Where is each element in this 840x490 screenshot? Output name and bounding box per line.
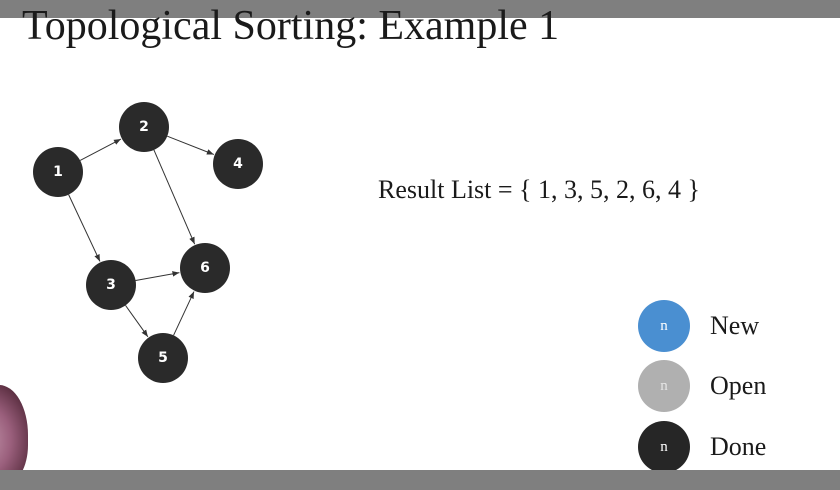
edge-2-to-4 [167, 135, 214, 155]
graph-diagram: 1 2 3 4 5 6 [33, 102, 263, 383]
legend-item-open: n Open [638, 360, 838, 412]
legend-new-dot: n [638, 300, 690, 352]
graph-node-3: 3 [86, 260, 136, 310]
edge-3-to-6 [135, 271, 180, 282]
node-label-6: 6 [200, 260, 210, 276]
edge-1-to-3 [68, 194, 101, 262]
edges-layer [68, 135, 214, 338]
letterbox-bottom [0, 470, 840, 490]
node-label-1: 1 [53, 164, 63, 180]
edge-1-to-2 [79, 138, 122, 161]
result-list: Result List = { 1, 3, 5, 2, 6, 4 } [378, 175, 701, 204]
legend-item-done: n Done [638, 421, 838, 473]
graph-node-2: 2 [119, 102, 169, 152]
node-label-3: 3 [106, 277, 116, 293]
legend-new-label: New [710, 311, 760, 340]
slide-frame: Topological Sorting: Example 1 123456 Re… [0, 0, 840, 490]
graph-node-6: 6 [180, 243, 230, 293]
edge-2-to-6 [153, 149, 196, 245]
graph-node-5: 5 [138, 333, 188, 383]
edge-5-to-6 [173, 291, 195, 336]
node-label-4: 4 [233, 156, 243, 172]
legend-done-dot: n [638, 421, 690, 473]
legend-item-new: n New [638, 300, 838, 352]
node-label-2: 2 [139, 119, 149, 135]
legend-open-label: Open [710, 371, 767, 400]
node-label-5: 5 [158, 350, 168, 366]
legend-done-label: Done [710, 432, 767, 461]
legend-open-dot: n [638, 360, 690, 412]
nodes-layer: 1 2 3 4 5 6 [33, 102, 263, 383]
edge-3-to-5 [125, 305, 149, 338]
graph-node-4: 4 [213, 139, 263, 189]
graph-node-1: 1 [33, 147, 83, 197]
